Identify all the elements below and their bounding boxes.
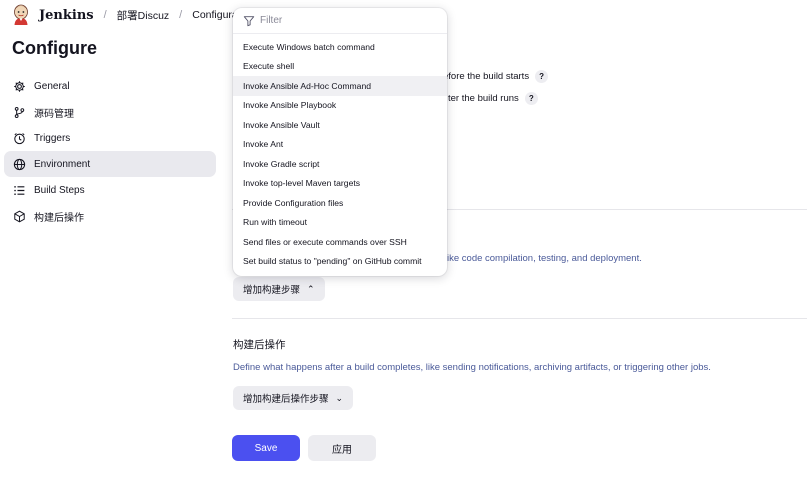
menu-item-send-files-ssh[interactable]: Send files or execute commands over SSH [233,232,447,252]
apply-button[interactable]: 应用 [308,435,376,461]
add-build-step-button[interactable]: 增加构建步骤 ⌃ [233,277,325,301]
env-option-after-build[interactable]: ter the build runs? [448,92,538,105]
sidebar-item-label: 源码管理 [34,108,74,120]
section-divider [232,318,807,319]
chevron-down-icon: ⌄ [335,392,344,403]
menu-item-run-with-timeout[interactable]: Run with timeout [233,213,447,233]
filter-icon [243,15,255,26]
chevron-up-icon: ⌃ [307,283,315,294]
clock-icon [12,131,26,145]
sidebar-item-environment[interactable]: Environment [4,151,216,177]
env-option-label: ter the build runs [448,93,519,104]
menu-item-ansible-vault[interactable]: Invoke Ansible Vault [233,115,447,135]
menu-item-gradle-script[interactable]: Invoke Gradle script [233,154,447,174]
sidebar-item-label: Environment [34,158,91,170]
menu-list: Execute Windows batch command Execute sh… [233,34,447,271]
breadcrumb-separator: / [179,9,183,21]
sidebar-item-label: General [34,80,70,92]
sidebar-item-post-build[interactable]: 构建后操作 [4,203,216,229]
brand-name[interactable]: Jenkins [39,8,94,23]
breadcrumb-separator: / [103,9,107,21]
sidebar-item-general[interactable]: General [4,73,216,99]
filter-row [233,8,447,34]
add-post-build-step-button[interactable]: 增加构建后操作步骤 ⌄ [233,386,354,410]
env-option-label: efore the build starts [443,71,530,82]
help-icon[interactable]: ? [524,92,538,105]
branch-icon [12,105,26,119]
build-steps-description: ike code compilation, testing, and deplo… [447,253,642,264]
menu-item-invoke-ant[interactable]: Invoke Ant [233,135,447,155]
menu-item-execute-shell[interactable]: Execute shell [233,57,447,77]
sidebar-item-label: Triggers [34,132,71,144]
post-build-title: 构建后操作 [233,339,286,351]
post-build-description: Define what happens after a build comple… [233,362,711,373]
sidebar-item-label: Build Steps [34,184,85,196]
sidebar-nav: General 源码管理 Triggers Environment Build … [4,73,216,229]
menu-item-config-files[interactable]: Provide Configuration files [233,193,447,213]
menu-item-ansible-adhoc[interactable]: Invoke Ansible Ad-Hoc Command [233,76,447,96]
menu-item-ansible-playbook[interactable]: Invoke Ansible Playbook [233,96,447,116]
menu-item-maven-targets[interactable]: Invoke top-level Maven targets [233,174,447,194]
breadcrumb-item-project[interactable]: 部署Discuz [117,8,170,23]
filter-input[interactable] [260,15,430,26]
save-button[interactable]: Save [232,435,300,461]
sidebar-item-build-steps[interactable]: Build Steps [4,177,216,203]
add-post-build-step-label: 增加构建后操作步骤 [243,394,329,405]
gear-icon [12,79,26,93]
sidebar-item-triggers[interactable]: Triggers [4,125,216,151]
jenkins-logo-icon[interactable] [12,4,30,26]
env-option-before-build[interactable]: efore the build starts? [443,70,549,83]
help-icon[interactable]: ? [535,70,549,83]
add-build-step-label: 增加构建步骤 [243,285,301,296]
sidebar-item-label: 构建后操作 [34,212,84,224]
list-icon [12,183,26,197]
cube-icon [12,209,26,223]
sidebar-item-source-code[interactable]: 源码管理 [4,99,216,125]
menu-item-github-pending-status[interactable]: Set build status to "pending" on GitHub … [233,252,447,272]
add-build-step-dropdown: Execute Windows batch command Execute sh… [233,8,447,276]
page-title: Configure [12,38,97,58]
menu-item-execute-windows-batch[interactable]: Execute Windows batch command [233,37,447,57]
globe-icon [12,157,26,171]
